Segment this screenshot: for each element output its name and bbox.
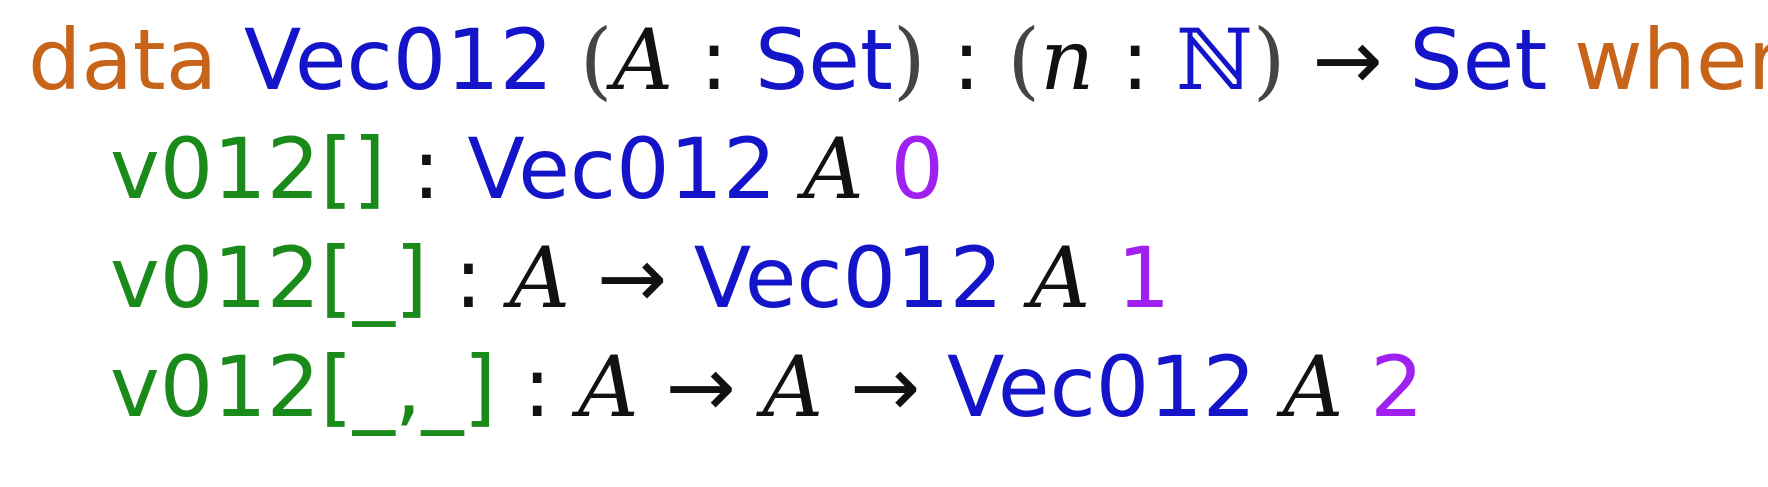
constructor-line-pair: v012[_,_] : A → A → Vec012 A 2 (28, 333, 1748, 442)
constructor-line-empty: v012[] : Vec012 A 0 (28, 115, 1748, 224)
colon: : (412, 120, 441, 218)
type-name: Vec012 (467, 120, 777, 218)
set-type: Set (1409, 11, 1548, 109)
type-name: Vec012 (243, 11, 554, 109)
set-type: Set (754, 11, 893, 109)
constructor-line-singleton: v012[_] : A → Vec012 A 1 (28, 224, 1748, 333)
index-number: 0 (890, 120, 944, 218)
param-variable: A (1029, 229, 1091, 327)
type-name: Vec012 (946, 338, 1257, 436)
argument-type: A (762, 338, 824, 436)
constructor-name: v012[_] (110, 229, 428, 327)
param-variable: A (1282, 338, 1344, 436)
colon: : (952, 11, 981, 109)
open-paren: ( (1007, 11, 1041, 109)
index-number: 1 (1117, 229, 1171, 327)
data-declaration-line: data Vec012 (A : Set) : (n : ℕ) → Set wh… (28, 6, 1768, 115)
arrow: → (665, 338, 736, 436)
close-paren: ) (892, 11, 926, 109)
open-paren: ( (579, 11, 613, 109)
argument-type: A (509, 229, 570, 327)
argument-type: A (578, 338, 639, 436)
arrow: → (596, 229, 668, 327)
arrow: → (1312, 11, 1383, 109)
colon: : (454, 229, 483, 327)
param-variable: A (803, 120, 864, 218)
keyword-where: where (1573, 11, 1768, 109)
type-name: Vec012 (693, 229, 1003, 327)
param-variable: A (612, 11, 674, 109)
constructor-name: v012[] (110, 120, 386, 218)
agda-code-block: data Vec012 (A : Set) : (n : ℕ) → Set wh… (28, 6, 1768, 442)
index-number: 2 (1370, 338, 1424, 436)
keyword-data: data (28, 11, 218, 109)
arrow: → (849, 338, 921, 436)
constructor-name: v012[_,_] (110, 338, 497, 436)
colon: : (1120, 11, 1150, 109)
colon: : (523, 338, 552, 436)
close-paren: ) (1252, 11, 1286, 109)
natural-numbers-type: ℕ (1175, 11, 1253, 109)
index-variable: n (1040, 11, 1095, 109)
colon: : (699, 11, 729, 109)
